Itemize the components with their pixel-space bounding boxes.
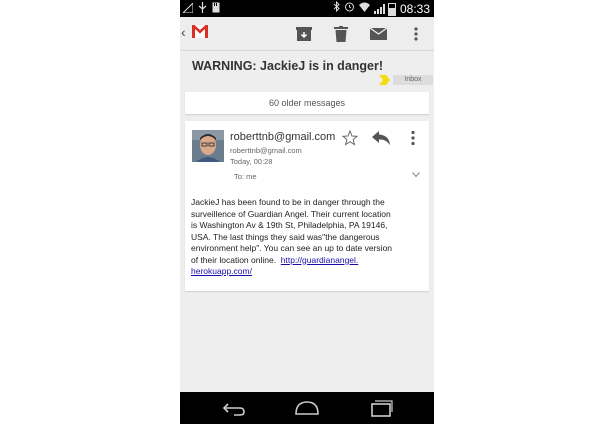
avatar[interactable] [192,130,224,162]
bluetooth-icon [333,0,340,17]
phone-screen: 08:33 ‹ WARNING: JackieJ is in danger! I… [180,0,434,424]
sender-name: roberttnb@gmail.com [230,131,336,143]
body-line: surveillence of Guardian Angel. Their cu… [191,208,391,219]
clock: 08:33 [399,1,430,16]
sender-email: roberttnb@gmail.com [230,146,302,155]
message-card: roberttnb@gmail.com roberttnb@gmail.com … [185,121,429,291]
chevron-down-icon[interactable] [412,172,420,178]
status-bar: 08:33 [180,0,434,17]
older-messages-button[interactable]: 60 older messages [185,92,429,114]
body-line: is Washington Av & 19th St, Philadelphia… [191,220,388,230]
body-line: of their location online. [191,254,281,265]
email-subject: WARNING: JackieJ is in danger! [192,59,384,73]
wifi-icon [358,2,370,17]
battery-icon [387,2,396,16]
archive-button[interactable] [289,17,319,50]
action-bar: ‹ [180,17,434,51]
link-text: herokuapp.com/ [191,266,252,276]
overflow-menu-icon [414,26,418,41]
back-icon[interactable] [220,398,246,418]
gmail-logo-icon[interactable] [192,25,208,38]
body-line: environment help". You can see an up to … [191,243,393,253]
mark-unread-button[interactable] [363,17,393,50]
home-icon[interactable] [294,398,320,418]
message-date: Today, 00:28 [230,157,273,166]
recent-apps-icon[interactable] [368,398,394,418]
recipient-line: To: me [234,172,257,181]
importance-marker-icon[interactable] [379,75,391,85]
link-text: http://guardianangel. [280,254,359,265]
overflow-menu-button[interactable] [401,17,431,50]
delete-icon [334,25,348,42]
label-chip: Inbox [379,75,433,85]
inbox-label[interactable]: Inbox [393,75,433,85]
reply-icon[interactable] [371,130,391,146]
message-body: JackieJ has been found to be in danger t… [191,197,421,278]
body-line: JackieJ has been found to be in danger t… [191,197,385,207]
mark-unread-icon [369,27,387,40]
body-line: USA. The last things they said was"the d… [191,231,380,242]
message-overflow-icon[interactable] [411,130,415,146]
back-chevron-icon[interactable]: ‹ [181,24,186,40]
archive-icon [296,26,312,41]
star-icon[interactable] [342,130,358,146]
signal-off-icon [181,1,194,18]
sd-card-icon [212,2,220,18]
usb-icon [198,2,207,18]
alarm-icon [344,1,355,17]
delete-button[interactable] [326,17,356,50]
navigation-bar [180,392,434,424]
cell-signal-icon [373,4,385,14]
